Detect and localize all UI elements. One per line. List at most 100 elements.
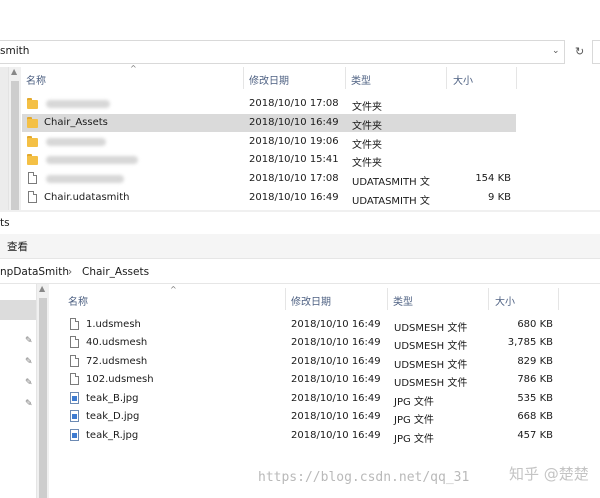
file-icon <box>28 191 37 203</box>
pin-icon[interactable]: ✎ <box>25 399 33 409</box>
file-size: 680 KB <box>517 319 553 330</box>
file-type: JPG 文件 <box>394 415 434 426</box>
file-row[interactable]: Chair.udatasmith 2018/10/10 16:49 UDATAS… <box>22 189 516 207</box>
column-divider[interactable] <box>558 288 559 310</box>
file-type: 文件夹 <box>352 102 382 113</box>
column-header-date[interactable]: 修改日期 <box>249 72 289 87</box>
column-divider[interactable] <box>285 288 286 310</box>
file-row[interactable]: 102.udsmesh 2018/10/10 16:49 UDSMESH 文件 … <box>64 371 558 389</box>
watermark-zhihu: 知乎 @楚楚 <box>509 465 589 483</box>
column-divider[interactable] <box>345 67 346 89</box>
image-file-icon <box>70 429 79 441</box>
sort-ascending-icon: ^ <box>170 285 177 294</box>
column-divider[interactable] <box>488 288 489 310</box>
file-date: 2018/10/10 16:49 <box>291 393 381 404</box>
window-title-bar[interactable]: ts <box>0 212 600 234</box>
file-row[interactable]: 1.udsmesh 2018/10/10 16:49 UDSMESH 文件 68… <box>64 316 558 334</box>
address-bar[interactable]: smith ⌄ <box>0 40 565 64</box>
address-path[interactable]: smith <box>0 45 29 57</box>
column-header-size[interactable]: 大小 <box>495 293 515 308</box>
file-type: 文件夹 <box>352 140 382 151</box>
breadcrumb-segment[interactable]: Chair_Assets <box>82 266 149 278</box>
file-type: JPG 文件 <box>394 434 434 445</box>
file-name[interactable]: 1.udsmesh <box>86 319 141 330</box>
file-type: UDSMESH 文件 <box>394 378 468 389</box>
folder-icon <box>27 136 38 147</box>
file-date: 2018/10/10 16:49 <box>291 411 381 422</box>
scroll-up-icon[interactable]: ▲ <box>11 67 17 76</box>
column-divider[interactable] <box>516 67 517 89</box>
file-size: 535 KB <box>517 393 553 404</box>
column-header-type[interactable]: 类型 <box>393 293 413 308</box>
file-size: 829 KB <box>517 356 553 367</box>
file-type: 文件夹 <box>352 158 382 169</box>
file-row-selected[interactable]: Chair_Assets 2018/10/10 16:49 文件夹 <box>22 114 516 132</box>
file-row[interactable]: teak_D.jpg 2018/10/10 16:49 JPG 文件 668 K… <box>64 408 558 426</box>
search-input[interactable] <box>592 40 600 64</box>
file-date: 2018/10/10 15:41 <box>249 154 339 165</box>
refresh-icon[interactable]: ↻ <box>575 45 584 58</box>
column-header-name[interactable]: 名称 <box>68 293 88 308</box>
file-type: UDATASMITH 文 <box>352 177 430 188</box>
file-name[interactable]: 102.udsmesh <box>86 374 154 385</box>
file-date: 2018/10/10 16:49 <box>291 337 381 348</box>
pin-icon[interactable]: ✎ <box>25 336 33 346</box>
column-header-row: ^ 名称 修改日期 类型 大小 <box>22 64 600 89</box>
file-name[interactable]: teak_R.jpg <box>86 430 138 441</box>
window-title: ts <box>0 217 10 229</box>
file-row[interactable]: 72.udsmesh 2018/10/10 16:49 UDSMESH 文件 8… <box>64 353 558 371</box>
folder-icon <box>27 154 38 165</box>
file-row[interactable]: 2018/10/10 17:08 UDATASMITH 文 154 KB <box>22 170 516 188</box>
scrollbar-thumb[interactable] <box>39 298 47 498</box>
address-dropdown-icon[interactable]: ⌄ <box>552 46 560 56</box>
scroll-up-icon[interactable]: ▲ <box>39 284 45 293</box>
column-header-date[interactable]: 修改日期 <box>291 293 331 308</box>
file-icon <box>70 336 79 348</box>
file-name[interactable]: teak_D.jpg <box>86 411 139 422</box>
file-name[interactable]: Chair.udatasmith <box>44 192 129 203</box>
file-name[interactable]: 72.udsmesh <box>86 356 147 367</box>
navigation-scrollbar[interactable]: ▲ <box>9 67 21 210</box>
navigation-pane <box>0 67 9 210</box>
file-name[interactable]: teak_B.jpg <box>86 393 139 404</box>
file-date: 2018/10/10 19:06 <box>249 136 339 147</box>
pin-icon[interactable]: ✎ <box>25 357 33 367</box>
file-name[interactable]: 40.udsmesh <box>86 337 147 348</box>
column-header-name[interactable]: 名称 <box>26 72 46 87</box>
file-date: 2018/10/10 16:49 <box>291 356 381 367</box>
breadcrumb-separator-icon[interactable]: › <box>68 266 72 278</box>
file-name[interactable]: Chair_Assets <box>44 117 108 128</box>
file-type: UDSMESH 文件 <box>394 341 468 352</box>
image-file-icon <box>70 392 79 404</box>
scrollbar-thumb[interactable] <box>11 81 19 210</box>
file-size: 786 KB <box>517 374 553 385</box>
file-row[interactable]: 2018/10/10 17:08 文件夹 <box>22 95 516 113</box>
file-type: UDSMESH 文件 <box>394 323 468 334</box>
address-bar[interactable]: npDataSmith › Chair_Assets <box>0 261 600 284</box>
file-type: UDATASMITH 文 <box>352 196 430 207</box>
navigation-scrollbar[interactable]: ▲ <box>37 284 49 498</box>
blurred-name <box>46 156 138 164</box>
folder-icon <box>27 117 38 128</box>
bottom-explorer-window: ts 查看 npDataSmith › Chair_Assets ✎ ✎ ✎ ✎… <box>0 212 600 498</box>
nav-item-selected[interactable] <box>0 300 36 320</box>
navigation-pane: ✎ ✎ ✎ ✎ <box>0 284 37 498</box>
file-date: 2018/10/10 17:08 <box>249 173 339 184</box>
file-row[interactable]: 2018/10/10 15:41 文件夹 <box>22 151 516 169</box>
column-divider[interactable] <box>387 288 388 310</box>
file-row[interactable]: 40.udsmesh 2018/10/10 16:49 UDSMESH 文件 3… <box>64 334 558 352</box>
file-row[interactable]: 2018/10/10 19:06 文件夹 <box>22 133 516 151</box>
breadcrumb-segment[interactable]: npDataSmith <box>0 266 69 278</box>
column-header-size[interactable]: 大小 <box>453 72 473 87</box>
file-row[interactable]: teak_B.jpg 2018/10/10 16:49 JPG 文件 535 K… <box>64 390 558 408</box>
folder-icon <box>27 98 38 109</box>
tab-view[interactable]: 查看 <box>7 239 28 254</box>
file-row[interactable]: teak_R.jpg 2018/10/10 16:49 JPG 文件 457 K… <box>64 427 558 445</box>
column-header-type[interactable]: 类型 <box>351 72 371 87</box>
column-header-row: ^ 名称 修改日期 类型 大小 <box>64 285 600 310</box>
pin-icon[interactable]: ✎ <box>25 378 33 388</box>
column-divider[interactable] <box>243 67 244 89</box>
file-icon <box>70 373 79 385</box>
file-date: 2018/10/10 16:49 <box>291 430 381 441</box>
column-divider[interactable] <box>446 67 447 89</box>
